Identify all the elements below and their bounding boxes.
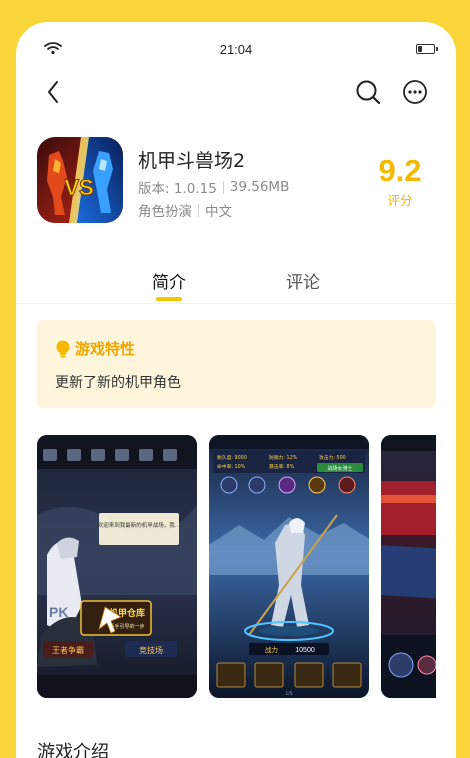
app-detail-page: 21:04 VS 机甲斗兽场2 版本: 1.0.15 39.56MB 角色扮演 … — [16, 22, 456, 758]
app-size: 39.56MB — [229, 179, 290, 195]
shot1-arena: 竞技场 — [139, 645, 163, 655]
search-button[interactable] — [354, 78, 382, 106]
status-time: 21:04 — [219, 42, 253, 57]
shot2-stat3: 攻击力: 500 — [319, 454, 346, 461]
shot2-power-value: 10500 — [295, 647, 315, 654]
shot2-stat5: 暴击率: 8% — [269, 463, 295, 470]
feature-title: 游戏特性 — [75, 340, 136, 358]
app-meta-row: 版本: 1.0.15 39.56MB — [138, 177, 289, 197]
screenshot-3[interactable] — [381, 435, 436, 698]
feature-header: 游戏特性 — [55, 338, 135, 359]
app-icon: VS — [37, 137, 123, 223]
more-button[interactable] — [401, 78, 429, 106]
app-name: 机甲斗兽场2 — [138, 150, 246, 172]
app-version: 版本: 1.0.15 — [138, 181, 217, 197]
feature-text: 更新了新的机甲角色 — [55, 375, 181, 391]
rating-score: 9.2 — [378, 153, 422, 188]
tab-reviews[interactable]: 评论 — [274, 268, 332, 293]
svg-text:VS: VS — [64, 175, 93, 200]
tab-divider — [16, 303, 456, 304]
battery-icon — [416, 44, 438, 54]
lightbulb-icon — [56, 340, 70, 357]
tab-intro[interactable]: 简介 — [140, 268, 198, 293]
shot2-page: 1/5 — [285, 691, 292, 697]
app-language: 中文 — [205, 204, 232, 220]
meta-divider — [222, 180, 224, 194]
active-tab-indicator — [156, 297, 182, 301]
shot2-stat4: 命中率: 10% — [217, 463, 246, 470]
shot2-power-label: 战力 — [265, 645, 278, 654]
status-bar: 21:04 — [16, 22, 456, 74]
shot2-stat1: 耐久度: 9000 — [217, 454, 247, 461]
screenshot-carousel[interactable]: 欢迎来到我最新的机甲战场，我… 机甲仓库 新手引导的一步 PK 王者争霸 竞技场 — [37, 435, 436, 698]
back-button[interactable] — [42, 78, 66, 106]
screenshot-1[interactable]: 欢迎来到我最新的机甲战场，我… 机甲仓库 新手引导的一步 PK 王者争霸 竞技场 — [37, 435, 197, 698]
app-category: 角色扮演 — [138, 204, 192, 220]
shot1-king: 王者争霸 — [52, 645, 84, 655]
shot1-dialog: 欢迎来到我最新的机甲战场，我… — [98, 521, 181, 529]
shot1-pk: PK — [49, 604, 68, 620]
feature-card: 游戏特性 更新了新的机甲角色 — [37, 320, 436, 408]
shot2-tag: 战场女骑士 — [327, 465, 352, 472]
app-tags-row: 角色扮演 中文 — [138, 200, 232, 220]
rating-label: 评分 — [387, 193, 413, 208]
rating-block: 9.2 评分 — [362, 154, 438, 209]
shot2-stat2: 防御力: 12% — [269, 454, 298, 461]
section-title-intro: 游戏介绍 — [37, 742, 109, 758]
shot1-hint: 新手引导的一步 — [109, 623, 144, 630]
meta-divider — [198, 203, 199, 217]
screenshot-2[interactable]: 耐久度: 9000 防御力: 12% 攻击力: 500 命中率: 10% 暴击率… — [209, 435, 369, 698]
